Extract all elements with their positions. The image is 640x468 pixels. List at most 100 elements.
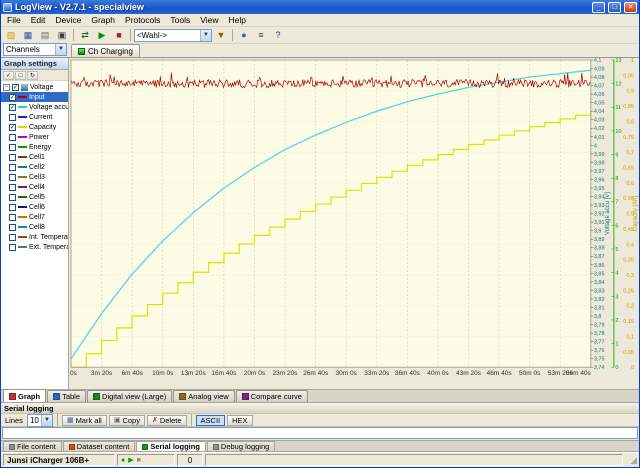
tab-dataset-content[interactable]: Dataset content xyxy=(63,441,136,452)
start-recording-icon[interactable]: ▶ xyxy=(94,28,110,42)
series-checkbox[interactable] xyxy=(9,244,16,251)
collapse-icon[interactable]: − xyxy=(3,84,10,91)
tree-item-cell7[interactable]: Cell7 xyxy=(1,212,68,222)
series-checkbox[interactable] xyxy=(9,204,16,211)
svg-text:0,3: 0,3 xyxy=(626,273,634,279)
resize-grip[interactable]: ◢ xyxy=(625,454,637,466)
menu-edit[interactable]: Edit xyxy=(26,15,51,25)
series-checkbox[interactable] xyxy=(9,234,16,241)
tab-table[interactable]: Table xyxy=(47,390,86,402)
help-icon[interactable]: ? xyxy=(270,28,286,42)
tab-compare-curve[interactable]: Compare curve xyxy=(236,390,308,402)
ascii-toggle[interactable]: ASCII xyxy=(196,415,226,426)
print-icon[interactable]: ▣ xyxy=(54,28,70,42)
chart[interactable]: 0s3m 20s6m 40s10m 0s13m 20s16m 40s20m 0s… xyxy=(69,58,639,389)
tree-item-current[interactable]: Current xyxy=(1,112,68,122)
connect-device-icon[interactable]: ⇄ xyxy=(77,28,93,42)
tree-item-ext-temperatur[interactable]: Ext. Temperatur xyxy=(1,242,68,252)
stop-recording-icon[interactable]: ■ xyxy=(111,28,127,42)
menu-view[interactable]: View xyxy=(195,15,223,25)
device-combo[interactable]: <Wahl->▼ xyxy=(134,29,212,42)
chevron-down-icon[interactable]: ▼ xyxy=(200,30,211,41)
titlebar[interactable]: LogView - V2.7.1 - specialview _ □ ✕ xyxy=(1,0,639,14)
svg-text:0,15: 0,15 xyxy=(623,319,634,325)
channels-combo[interactable]: Channels ▼ xyxy=(3,43,67,56)
series-color-sample xyxy=(18,176,27,178)
marker-icon[interactable]: ▼ xyxy=(213,28,229,42)
export-icon[interactable]: ▤ xyxy=(37,28,53,42)
channel-tab-charging[interactable]: Ch Charging xyxy=(71,44,140,57)
tab-analog-view[interactable]: Analog view xyxy=(173,390,234,402)
svg-text:4,1: 4,1 xyxy=(594,58,602,64)
maximize-button[interactable]: □ xyxy=(608,2,621,13)
tree-item-cell8[interactable]: Cell8 xyxy=(1,222,68,232)
menu-device[interactable]: Device xyxy=(50,15,86,25)
tree-group-voltage[interactable]: −✓Voltage xyxy=(1,82,68,92)
lines-combo[interactable]: 10 ▼ xyxy=(27,414,53,427)
save-icon[interactable]: ▦ xyxy=(20,28,36,42)
minimize-button[interactable]: _ xyxy=(592,2,605,13)
tree-item-cell6[interactable]: Cell6 xyxy=(1,202,68,212)
tree-item-input[interactable]: ✓Input xyxy=(1,92,68,102)
tree-item-cell4[interactable]: Cell4 xyxy=(1,182,68,192)
status-message xyxy=(205,454,623,466)
graph-settings-toolbar: ✓□↻ xyxy=(1,70,68,81)
copy-button[interactable]: ▣Copy xyxy=(109,415,145,426)
serial-log-output[interactable] xyxy=(2,427,638,439)
tab-file-content[interactable]: File content xyxy=(3,441,62,452)
series-checkbox[interactable]: ✓ xyxy=(9,124,16,131)
tree-item-cell3[interactable]: Cell3 xyxy=(1,172,68,182)
close-button[interactable]: ✕ xyxy=(624,2,637,13)
menu-help[interactable]: Help xyxy=(224,15,251,25)
tree-item-voltage-accu[interactable]: ✓Voltage accu xyxy=(1,102,68,112)
menu-tools[interactable]: Tools xyxy=(165,15,195,25)
open-folder-icon[interactable]: ▨ xyxy=(3,28,19,42)
series-color-sample xyxy=(18,126,27,128)
mark-all-button[interactable]: ▦Mark all xyxy=(62,415,107,426)
menu-graph[interactable]: Graph xyxy=(86,15,120,25)
group-checkbox[interactable]: ✓ xyxy=(12,84,19,91)
tree-item-cell1[interactable]: Cell1 xyxy=(1,152,68,162)
serial-logging-title: Serial logging xyxy=(1,403,639,414)
chevron-down-icon[interactable]: ▼ xyxy=(41,415,52,426)
svg-text:3,83: 3,83 xyxy=(594,288,605,294)
zoom-icon[interactable]: ● xyxy=(236,28,252,42)
tree-item-int-temperatur[interactable]: Int. Temperatur xyxy=(1,232,68,242)
svg-text:0,7: 0,7 xyxy=(626,150,634,156)
series-checkbox[interactable] xyxy=(9,194,16,201)
refresh-icon[interactable]: ↻ xyxy=(27,71,38,80)
menu-protocols[interactable]: Protocols xyxy=(120,15,165,25)
svg-text:3,76: 3,76 xyxy=(594,348,605,354)
tab-debug-logging[interactable]: Debug logging xyxy=(207,441,275,452)
tree-item-cell2[interactable]: Cell2 xyxy=(1,162,68,172)
tree-item-energy[interactable]: Energy xyxy=(1,142,68,152)
tree-item-power[interactable]: Power xyxy=(1,132,68,142)
tab-serial-logging[interactable]: Serial logging xyxy=(136,441,206,452)
chevron-down-icon[interactable]: ▼ xyxy=(55,44,66,55)
series-checkbox[interactable] xyxy=(9,184,16,191)
series-checkbox[interactable] xyxy=(9,224,16,231)
series-checkbox[interactable]: ✓ xyxy=(9,94,16,101)
svg-text:6m 40s: 6m 40s xyxy=(121,370,142,377)
status-device: Junsi iCharger 106B+ xyxy=(3,454,115,466)
series-checkbox[interactable] xyxy=(9,154,16,161)
check-all-icon[interactable]: ✓ xyxy=(3,71,14,80)
tab-digital-view-large[interactable]: Digital view (Large) xyxy=(87,390,172,402)
series-checkbox[interactable] xyxy=(9,164,16,171)
chart-svg[interactable]: 0s3m 20s6m 40s10m 0s13m 20s16m 40s20m 0s… xyxy=(69,58,639,389)
series-checkbox[interactable] xyxy=(9,114,16,121)
series-checkbox[interactable]: ✓ xyxy=(9,104,16,111)
tree-item-label: Cell8 xyxy=(29,224,45,231)
series-checkbox[interactable] xyxy=(9,214,16,221)
series-checkbox[interactable] xyxy=(9,134,16,141)
tab-graph[interactable]: Graph xyxy=(3,389,46,402)
tree-item-cell5[interactable]: Cell5 xyxy=(1,192,68,202)
uncheck-all-icon[interactable]: □ xyxy=(15,71,26,80)
settings-icon[interactable]: ≡ xyxy=(253,28,269,42)
tree-item-capacity[interactable]: ✓Capacity xyxy=(1,122,68,132)
series-checkbox[interactable] xyxy=(9,144,16,151)
series-checkbox[interactable] xyxy=(9,174,16,181)
hex-toggle[interactable]: HEX xyxy=(227,415,252,426)
delete-button[interactable]: ✗Delete xyxy=(147,415,187,426)
menu-file[interactable]: File xyxy=(2,15,26,25)
